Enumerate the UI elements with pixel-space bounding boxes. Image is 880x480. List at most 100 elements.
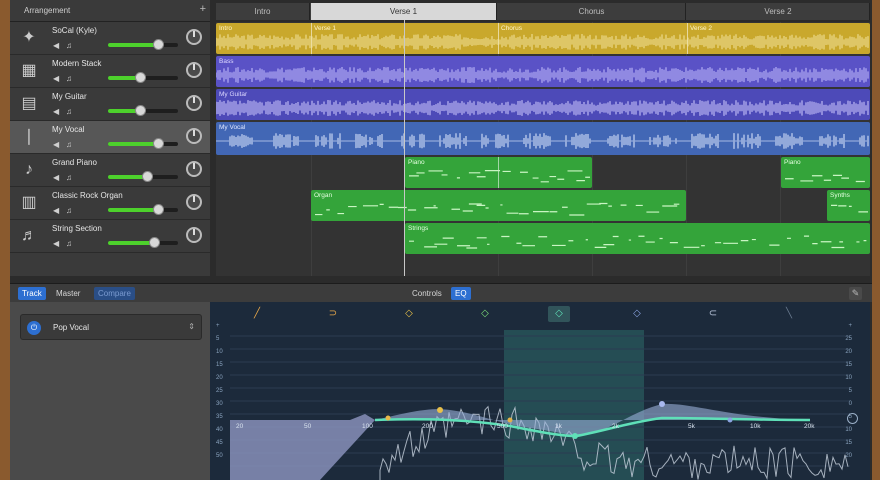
headphones-icon[interactable]: ♫	[66, 74, 75, 83]
tab-controls[interactable]: Controls	[408, 287, 446, 300]
arrangement-ruler: Intro Verse 1 Chorus Verse 2	[216, 3, 870, 20]
microphone-icon: ❘	[22, 128, 36, 145]
pan-knob[interactable]	[186, 194, 202, 210]
track-name: Modern Stack	[52, 59, 102, 68]
volume-slider[interactable]	[108, 72, 178, 83]
section-intro[interactable]: Intro	[216, 3, 310, 20]
track-name: Classic Rock Organ	[52, 191, 123, 200]
pan-knob[interactable]	[186, 128, 202, 144]
track-inspector: ⏻ Pop Vocal ⇕	[10, 302, 210, 480]
track-header[interactable]: ▤ My Guitar ◀ ♫	[10, 88, 210, 121]
volume-slider[interactable]	[108, 105, 178, 116]
band-4-icon[interactable]: ◇	[626, 306, 648, 322]
region-label: My Guitar	[219, 91, 248, 98]
db-tick: +	[848, 323, 852, 329]
band-1-icon[interactable]: ◇	[398, 306, 420, 322]
tab-master[interactable]: Master	[52, 287, 84, 300]
synths-region[interactable]: Synths	[827, 190, 870, 221]
freq-label: 5k	[688, 423, 695, 430]
pan-knob[interactable]	[186, 29, 202, 45]
headphones-icon[interactable]: ♫	[66, 140, 75, 149]
track-header[interactable]: ❘ My Vocal ◀ ♫	[10, 121, 210, 154]
freq-label: 200	[422, 423, 433, 430]
track-name: String Section	[52, 224, 102, 233]
mute-icon[interactable]: ◀	[53, 107, 62, 116]
volume-slider[interactable]	[108, 237, 178, 248]
amp-icon: ▦	[21, 62, 37, 79]
midi-notes	[785, 174, 865, 183]
guitar-amp-icon: ▤	[21, 95, 37, 112]
headphones-icon[interactable]: ♫	[66, 173, 75, 182]
piano-region-2[interactable]: Piano	[781, 157, 870, 188]
organ-icon: ▥	[21, 194, 37, 211]
volume-slider[interactable]	[108, 39, 178, 50]
headphones-icon[interactable]: ♫	[66, 239, 75, 248]
guitar-region[interactable]: My Guitar	[216, 89, 870, 120]
tab-compare[interactable]: Compare	[94, 287, 135, 300]
midi-notes	[409, 235, 867, 249]
mute-icon[interactable]: ◀	[53, 41, 62, 50]
track-header[interactable]: ♪ Grand Piano ◀ ♫	[10, 154, 210, 187]
db-tick: 35	[216, 414, 223, 420]
track-header[interactable]: ▥ Classic Rock Organ ◀ ♫	[10, 187, 210, 220]
pencil-icon[interactable]: ✎	[849, 287, 862, 300]
mute-icon[interactable]: ◀	[53, 206, 62, 215]
editor-header: Track Master Compare Controls EQ ✎	[10, 283, 872, 302]
drummer-waveform	[216, 34, 869, 50]
headphones-icon[interactable]: ♫	[66, 41, 75, 50]
organ-region[interactable]: Organ	[311, 190, 686, 221]
pan-knob[interactable]	[186, 227, 202, 243]
volume-slider[interactable]	[108, 204, 178, 215]
add-section-button[interactable]: +	[200, 3, 206, 15]
db-tick: 30	[216, 401, 223, 407]
mute-icon[interactable]: ◀	[53, 173, 62, 182]
playhead[interactable]	[404, 20, 405, 276]
pan-knob[interactable]	[186, 95, 202, 111]
track-header[interactable]: ▦ Modern Stack ◀ ♫	[10, 55, 210, 88]
guitar-waveform	[216, 100, 869, 116]
arrangement-header: Arrangement +	[10, 0, 210, 22]
section-chorus[interactable]: Chorus	[498, 3, 686, 20]
freq-label: 50	[304, 423, 312, 430]
section-verse-1[interactable]: Verse 1	[311, 3, 497, 20]
region-label: Piano	[408, 159, 425, 166]
band-3-icon[interactable]: ◇	[548, 306, 570, 322]
tab-eq[interactable]: EQ	[451, 287, 471, 300]
mute-icon[interactable]: ◀	[53, 140, 62, 149]
section-verse-2[interactable]: Verse 2	[687, 3, 870, 20]
mute-icon[interactable]: ◀	[53, 239, 62, 248]
strings-region[interactable]: Strings	[405, 223, 870, 254]
region-label: Verse 1	[314, 25, 337, 32]
bass-region[interactable]: Bass	[216, 56, 870, 87]
db-tick: 15	[845, 440, 852, 446]
high-cut-icon[interactable]: ╲	[778, 306, 800, 322]
vocal-region[interactable]: My Vocal	[216, 122, 870, 155]
db-scale-left: +5 10 15 20 25 30 35 40 45 50	[216, 320, 223, 463]
pan-knob[interactable]	[186, 161, 202, 177]
headphones-icon[interactable]: ♫	[66, 206, 75, 215]
preset-selector[interactable]: ⏻ Pop Vocal ⇕	[20, 314, 202, 340]
eq-display[interactable]: ╱ ⊃ ◇ ◇ ◇ ◇ ⊂ ╲ +5 10 15 20 25 30 35 40 45 50 +25…	[210, 302, 870, 480]
db-tick: 50	[216, 453, 223, 459]
power-icon[interactable]: ⏻	[27, 321, 41, 335]
track-header[interactable]: ♬ String Section ◀ ♫	[10, 220, 210, 253]
track-header[interactable]: ✦ SoCal (Kyle) ◀ ♫	[10, 22, 210, 55]
high-shelf-icon[interactable]: ⊂	[702, 306, 724, 322]
piano-region-1[interactable]: Piano	[405, 157, 592, 188]
headphones-icon[interactable]: ♫	[66, 107, 75, 116]
volume-slider[interactable]	[108, 171, 178, 182]
pan-knob[interactable]	[186, 62, 202, 78]
freq-label: 500	[497, 423, 508, 430]
volume-slider[interactable]	[108, 138, 178, 149]
tab-track[interactable]: Track	[18, 287, 46, 300]
track-name: SoCal (Kyle)	[52, 26, 97, 35]
low-cut-icon[interactable]: ╱	[246, 306, 268, 322]
drummer-region[interactable]: Intro Verse 1 Chorus Verse 2	[216, 23, 870, 54]
region-label: My Vocal	[219, 124, 246, 131]
analyzer-toggle[interactable]	[847, 413, 858, 424]
track-name: Grand Piano	[52, 158, 97, 167]
mute-icon[interactable]: ◀	[53, 74, 62, 83]
band-2-icon[interactable]: ◇	[474, 306, 496, 322]
low-shelf-icon[interactable]: ⊃	[322, 306, 344, 322]
chevron-updown-icon: ⇕	[188, 322, 195, 331]
